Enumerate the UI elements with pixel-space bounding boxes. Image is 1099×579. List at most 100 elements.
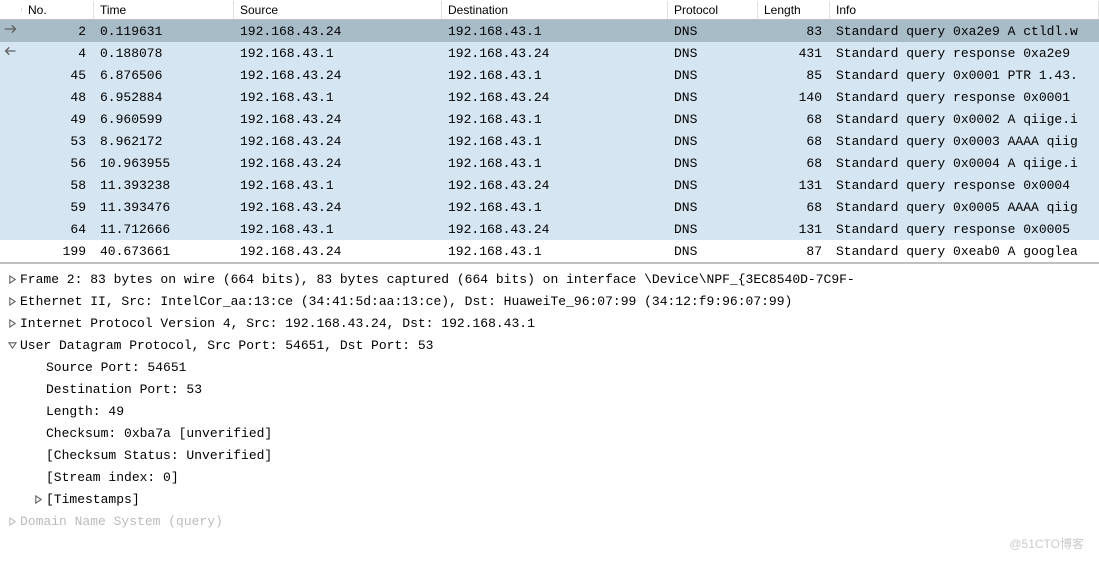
packet-row[interactable]: 5811.393238192.168.43.1192.168.43.24DNS1…	[0, 174, 1099, 196]
packet-source: 192.168.43.24	[234, 242, 442, 261]
packet-destination: 192.168.43.1	[442, 154, 668, 173]
packet-info: Standard query 0x0002 A qiige.i	[830, 110, 1099, 129]
chevron-right-icon[interactable]	[30, 495, 46, 504]
packet-no: 49	[22, 110, 94, 129]
packet-length: 83	[758, 22, 830, 41]
packet-no: 48	[22, 88, 94, 107]
packet-gutter	[0, 227, 22, 231]
packet-no: 53	[22, 132, 94, 151]
packet-gutter	[0, 73, 22, 77]
detail-udp-checksum-status[interactable]: [Checksum Status: Unverified]	[0, 444, 1099, 466]
arrow-left-icon	[2, 42, 20, 64]
packet-length: 68	[758, 198, 830, 217]
packet-protocol: DNS	[668, 154, 758, 173]
packet-time: 0.119631	[94, 22, 234, 41]
packet-protocol: DNS	[668, 198, 758, 217]
packet-destination: 192.168.43.24	[442, 220, 668, 239]
packet-destination: 192.168.43.1	[442, 132, 668, 151]
packet-protocol: DNS	[668, 44, 758, 63]
packet-no: 64	[22, 220, 94, 239]
packet-source: 192.168.43.24	[234, 66, 442, 85]
packet-protocol: DNS	[668, 110, 758, 129]
packet-protocol: DNS	[668, 242, 758, 261]
column-header-no[interactable]: No.	[22, 1, 94, 19]
detail-dns[interactable]: Domain Name System (query)	[0, 510, 1099, 532]
detail-udp-timestamps[interactable]: [Timestamps]	[0, 488, 1099, 510]
packet-source: 192.168.43.1	[234, 44, 442, 63]
packet-rows-container: 20.119631192.168.43.24192.168.43.1DNS83S…	[0, 20, 1099, 262]
detail-udp-dst-port[interactable]: Destination Port: 53	[0, 378, 1099, 400]
detail-udp-checksum[interactable]: Checksum: 0xba7a [unverified]	[0, 422, 1099, 444]
packet-time: 11.393238	[94, 176, 234, 195]
packet-length: 68	[758, 154, 830, 173]
packet-destination: 192.168.43.1	[442, 22, 668, 41]
column-header-protocol[interactable]: Protocol	[668, 1, 758, 19]
packet-protocol: DNS	[668, 22, 758, 41]
packet-protocol: DNS	[668, 88, 758, 107]
detail-udp-length[interactable]: Length: 49	[0, 400, 1099, 422]
packet-time: 6.960599	[94, 110, 234, 129]
gutter-header	[0, 8, 22, 12]
packet-row[interactable]: 20.119631192.168.43.24192.168.43.1DNS83S…	[0, 20, 1099, 42]
packet-source: 192.168.43.1	[234, 176, 442, 195]
packet-source: 192.168.43.24	[234, 110, 442, 129]
packet-source: 192.168.43.24	[234, 198, 442, 217]
packet-row[interactable]: 456.876506192.168.43.24192.168.43.1DNS85…	[0, 64, 1099, 86]
packet-time: 6.876506	[94, 66, 234, 85]
chevron-down-icon[interactable]	[4, 341, 20, 350]
packet-row[interactable]: 40.188078192.168.43.1192.168.43.24DNS431…	[0, 42, 1099, 64]
detail-ethernet[interactable]: Ethernet II, Src: IntelCor_aa:13:ce (34:…	[0, 290, 1099, 312]
packet-gutter	[0, 40, 22, 66]
chevron-right-icon[interactable]	[4, 319, 20, 328]
column-header-length[interactable]: Length	[758, 1, 830, 19]
packet-gutter	[0, 117, 22, 121]
packet-info: Standard query 0xeab0 A googlea	[830, 242, 1099, 261]
packet-time: 8.962172	[94, 132, 234, 151]
packet-row[interactable]: 19940.673661192.168.43.24192.168.43.1DNS…	[0, 240, 1099, 262]
packet-protocol: DNS	[668, 66, 758, 85]
packet-no: 56	[22, 154, 94, 173]
packet-row[interactable]: 538.962172192.168.43.24192.168.43.1DNS68…	[0, 130, 1099, 152]
detail-udp-timestamps-text: [Timestamps]	[46, 492, 140, 507]
packet-row[interactable]: 5610.963955192.168.43.24192.168.43.1DNS6…	[0, 152, 1099, 174]
packet-destination: 192.168.43.1	[442, 66, 668, 85]
detail-udp-src-port[interactable]: Source Port: 54651	[0, 356, 1099, 378]
column-header-source[interactable]: Source	[234, 1, 442, 19]
packet-list-header[interactable]: No. Time Source Destination Protocol Len…	[0, 0, 1099, 20]
detail-udp[interactable]: User Datagram Protocol, Src Port: 54651,…	[0, 334, 1099, 356]
packet-time: 6.952884	[94, 88, 234, 107]
packet-details-pane: Frame 2: 83 bytes on wire (664 bits), 83…	[0, 263, 1099, 536]
packet-destination: 192.168.43.24	[442, 176, 668, 195]
packet-info: Standard query 0x0004 A qiige.i	[830, 154, 1099, 173]
packet-row[interactable]: 6411.712666192.168.43.1192.168.43.24DNS1…	[0, 218, 1099, 240]
detail-udp-stream-index[interactable]: [Stream index: 0]	[0, 466, 1099, 488]
detail-ip-text: Internet Protocol Version 4, Src: 192.16…	[20, 316, 535, 331]
packet-info: Standard query 0x0005 AAAA qiig	[830, 198, 1099, 217]
column-header-info[interactable]: Info	[830, 1, 1099, 19]
packet-length: 131	[758, 176, 830, 195]
packet-no: 4	[22, 44, 94, 63]
column-header-destination[interactable]: Destination	[442, 1, 668, 19]
packet-row[interactable]: 496.960599192.168.43.24192.168.43.1DNS68…	[0, 108, 1099, 130]
packet-info: Standard query 0xa2e9 A ctldl.w	[830, 22, 1099, 41]
detail-udp-text: User Datagram Protocol, Src Port: 54651,…	[20, 338, 433, 353]
column-header-time[interactable]: Time	[94, 1, 234, 19]
packet-protocol: DNS	[668, 176, 758, 195]
detail-ip[interactable]: Internet Protocol Version 4, Src: 192.16…	[0, 312, 1099, 334]
packet-row[interactable]: 5911.393476192.168.43.24192.168.43.1DNS6…	[0, 196, 1099, 218]
arrow-right-icon	[2, 20, 20, 42]
packet-source: 192.168.43.1	[234, 88, 442, 107]
detail-frame-text: Frame 2: 83 bytes on wire (664 bits), 83…	[20, 272, 855, 287]
packet-time: 11.393476	[94, 198, 234, 217]
packet-protocol: DNS	[668, 220, 758, 239]
detail-frame[interactable]: Frame 2: 83 bytes on wire (664 bits), 83…	[0, 268, 1099, 290]
detail-ethernet-text: Ethernet II, Src: IntelCor_aa:13:ce (34:…	[20, 294, 792, 309]
packet-protocol: DNS	[668, 132, 758, 151]
chevron-right-icon[interactable]	[4, 297, 20, 306]
packet-gutter	[0, 139, 22, 143]
packet-gutter	[0, 95, 22, 99]
packet-row[interactable]: 486.952884192.168.43.1192.168.43.24DNS14…	[0, 86, 1099, 108]
chevron-right-icon[interactable]	[4, 517, 20, 526]
chevron-right-icon[interactable]	[4, 275, 20, 284]
packet-no: 2	[22, 22, 94, 41]
